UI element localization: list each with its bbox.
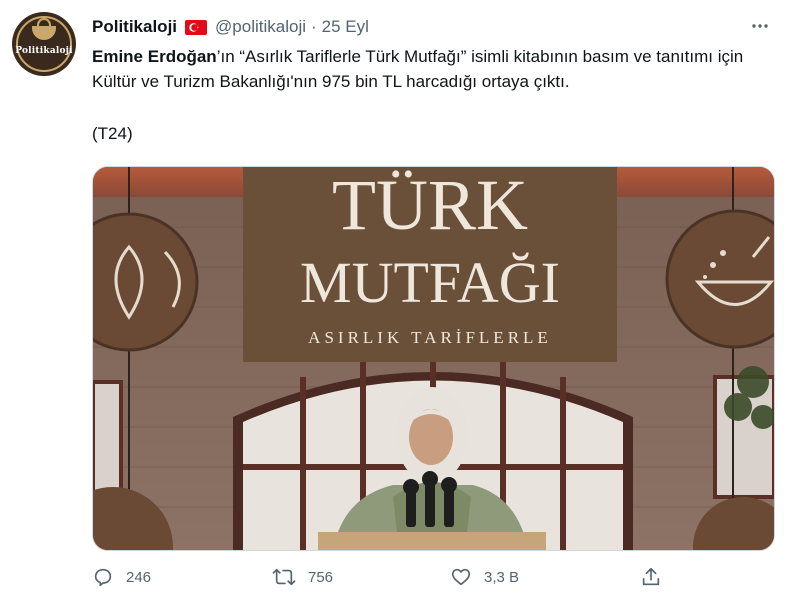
tweet-header: Politikaloji @politikaloji · 25 Eyl (92, 16, 770, 38)
turkey-flag-icon (185, 19, 208, 35)
reply-count: 246 (126, 568, 152, 586)
reply-button[interactable]: 246 (92, 566, 151, 588)
more-options-icon[interactable] (750, 16, 770, 41)
banner-line-3: ASIRLIK TARİFLERLE (308, 328, 552, 347)
mention-name: Emine Erdoğan (92, 47, 217, 66)
retweet-icon (272, 568, 296, 586)
photo-scene: TÜRK MUTFAĞI ASIRLIK TARİFLERLE (93, 167, 774, 550)
tweet-actions: 246 756 3,3 B (92, 566, 692, 594)
avatar[interactable]: Politikaloji (12, 12, 76, 76)
handle[interactable]: @politikaloji (215, 17, 306, 37)
retweet-count: 756 (308, 568, 334, 586)
share-icon (642, 567, 660, 586)
separator-dot: · (311, 17, 317, 36)
banner-line-2: MUTFAĞI (300, 250, 560, 315)
retweet-button[interactable]: 756 (272, 566, 333, 588)
tweet-source: (T24) (92, 124, 133, 143)
tweet-date[interactable]: 25 Eyl (322, 17, 369, 37)
reply-icon (94, 568, 112, 587)
avatar-text: Politikaloji (15, 46, 73, 56)
tweet-text: Emine Erdoğan’ın “Asırlık Tariflerle Tür… (92, 44, 772, 94)
share-button[interactable] (640, 566, 674, 588)
heart-icon (451, 568, 471, 586)
like-count: 3,3 B (484, 568, 520, 586)
like-button[interactable]: 3,3 B (450, 566, 519, 588)
display-name[interactable]: Politikaloji (92, 17, 177, 37)
tweet-photo[interactable]: TÜRK MUTFAĞI ASIRLIK TARİFLERLE (92, 166, 775, 551)
banner-line-1: TÜRK (332, 167, 528, 245)
